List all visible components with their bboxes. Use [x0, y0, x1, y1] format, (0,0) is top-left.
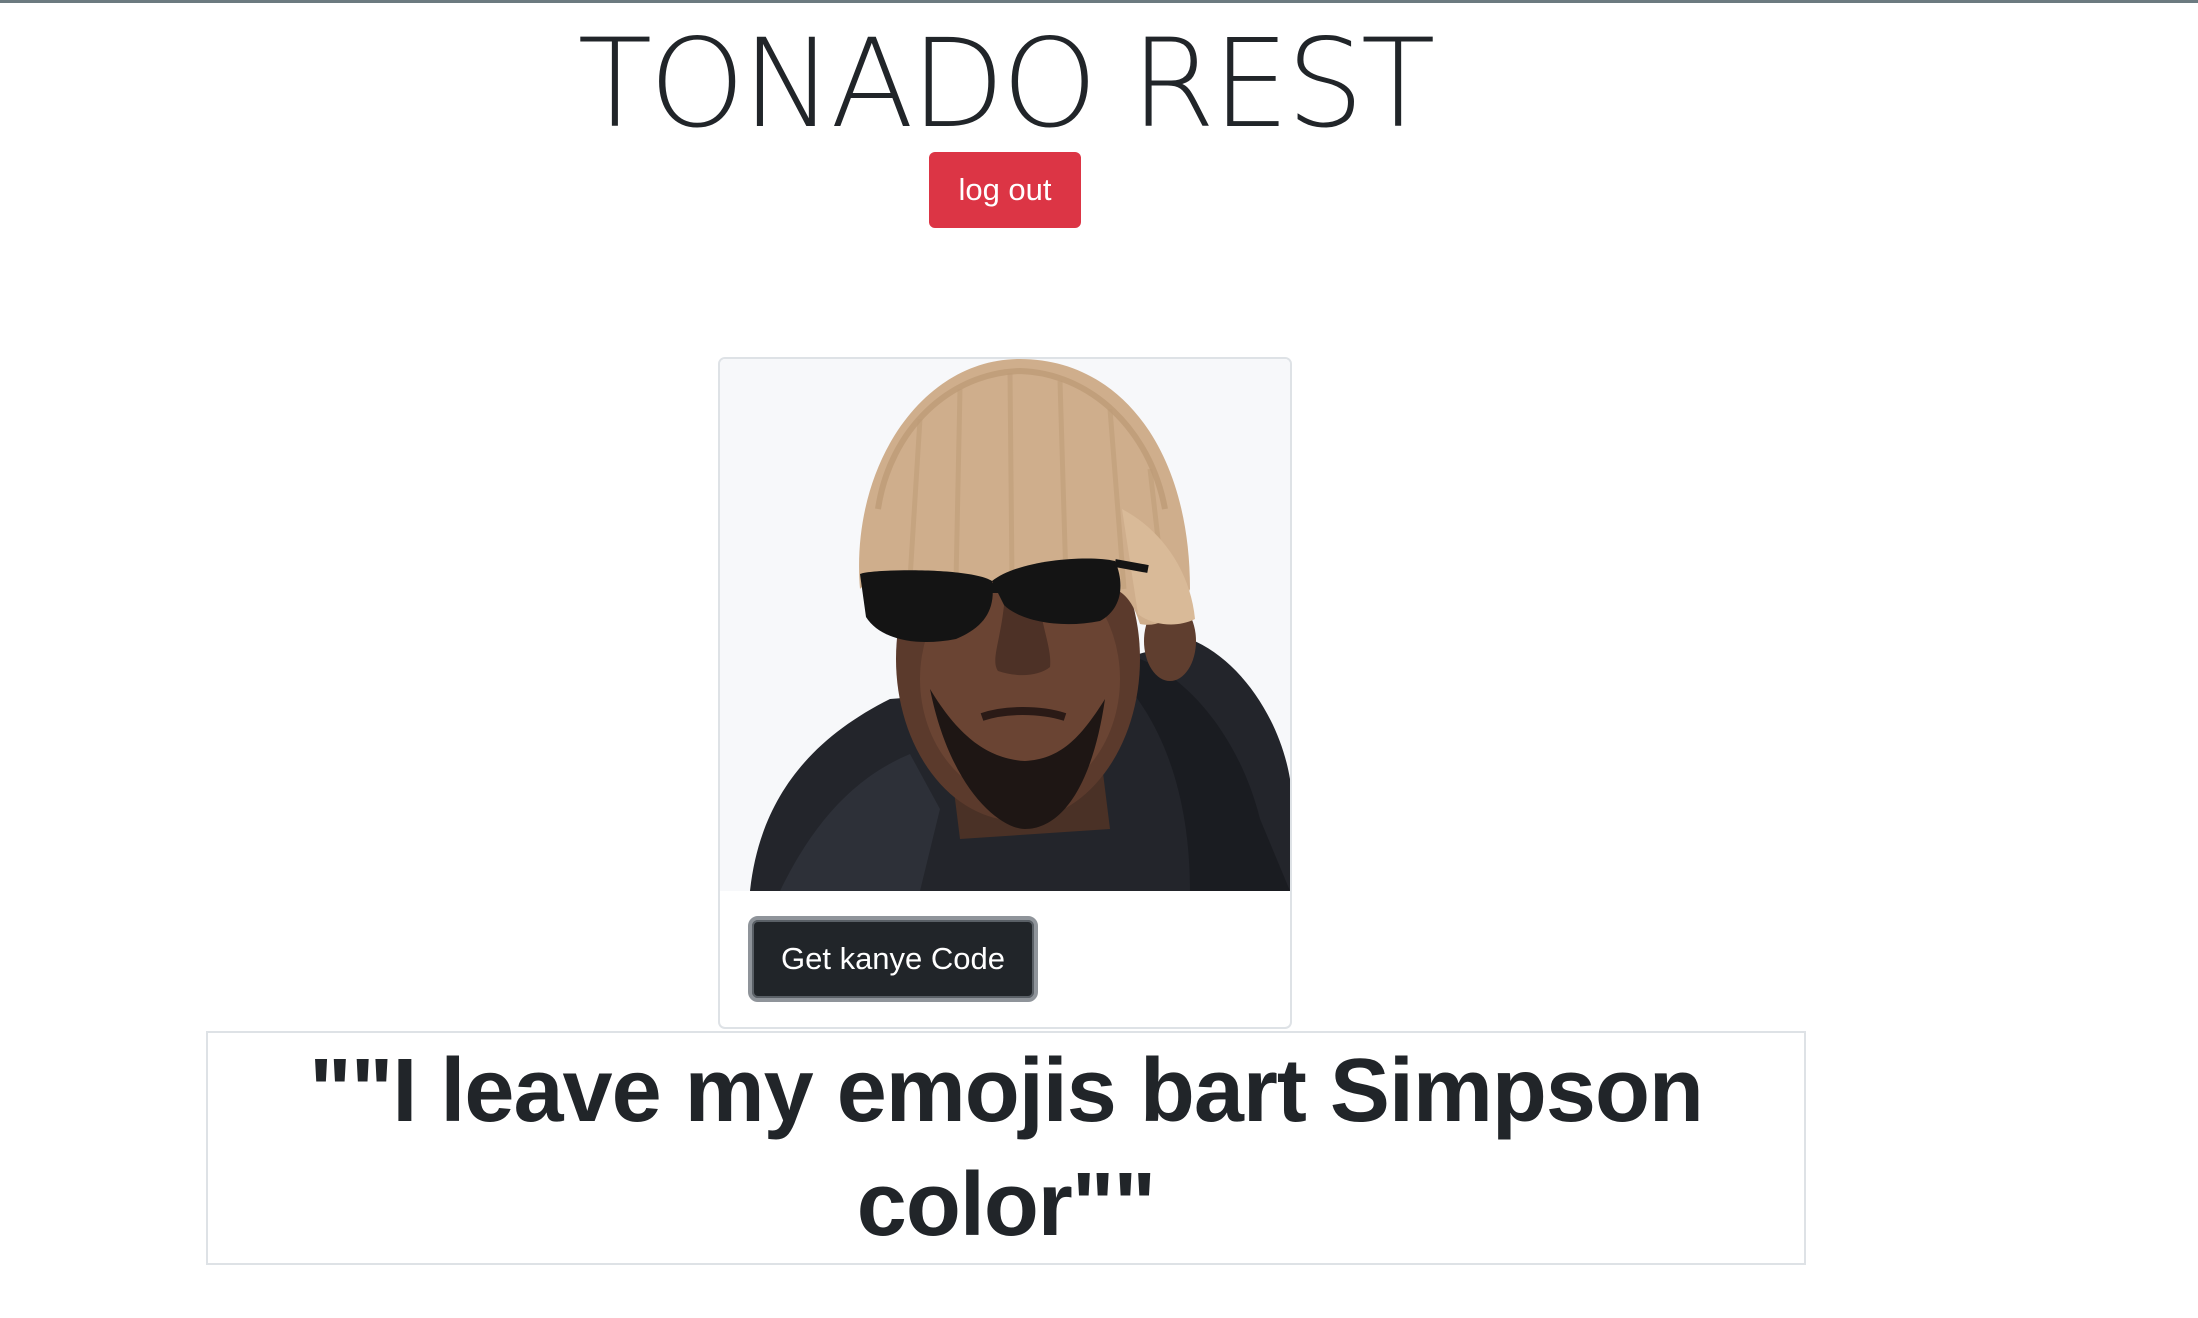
page-title: TONADO REST: [577, 13, 1436, 155]
kanye-card: Get kanye Code: [718, 357, 1292, 1029]
top-divider: [0, 0, 2198, 3]
quote-box: ""I leave my emojis bart Simpson color"": [206, 1031, 1806, 1265]
logout-button[interactable]: log out: [929, 152, 1081, 228]
kanye-image: [720, 359, 1290, 891]
quote-text: ""I leave my emojis bart Simpson color"": [309, 1041, 1704, 1255]
get-kanye-code-button[interactable]: Get kanye Code: [748, 916, 1038, 1002]
